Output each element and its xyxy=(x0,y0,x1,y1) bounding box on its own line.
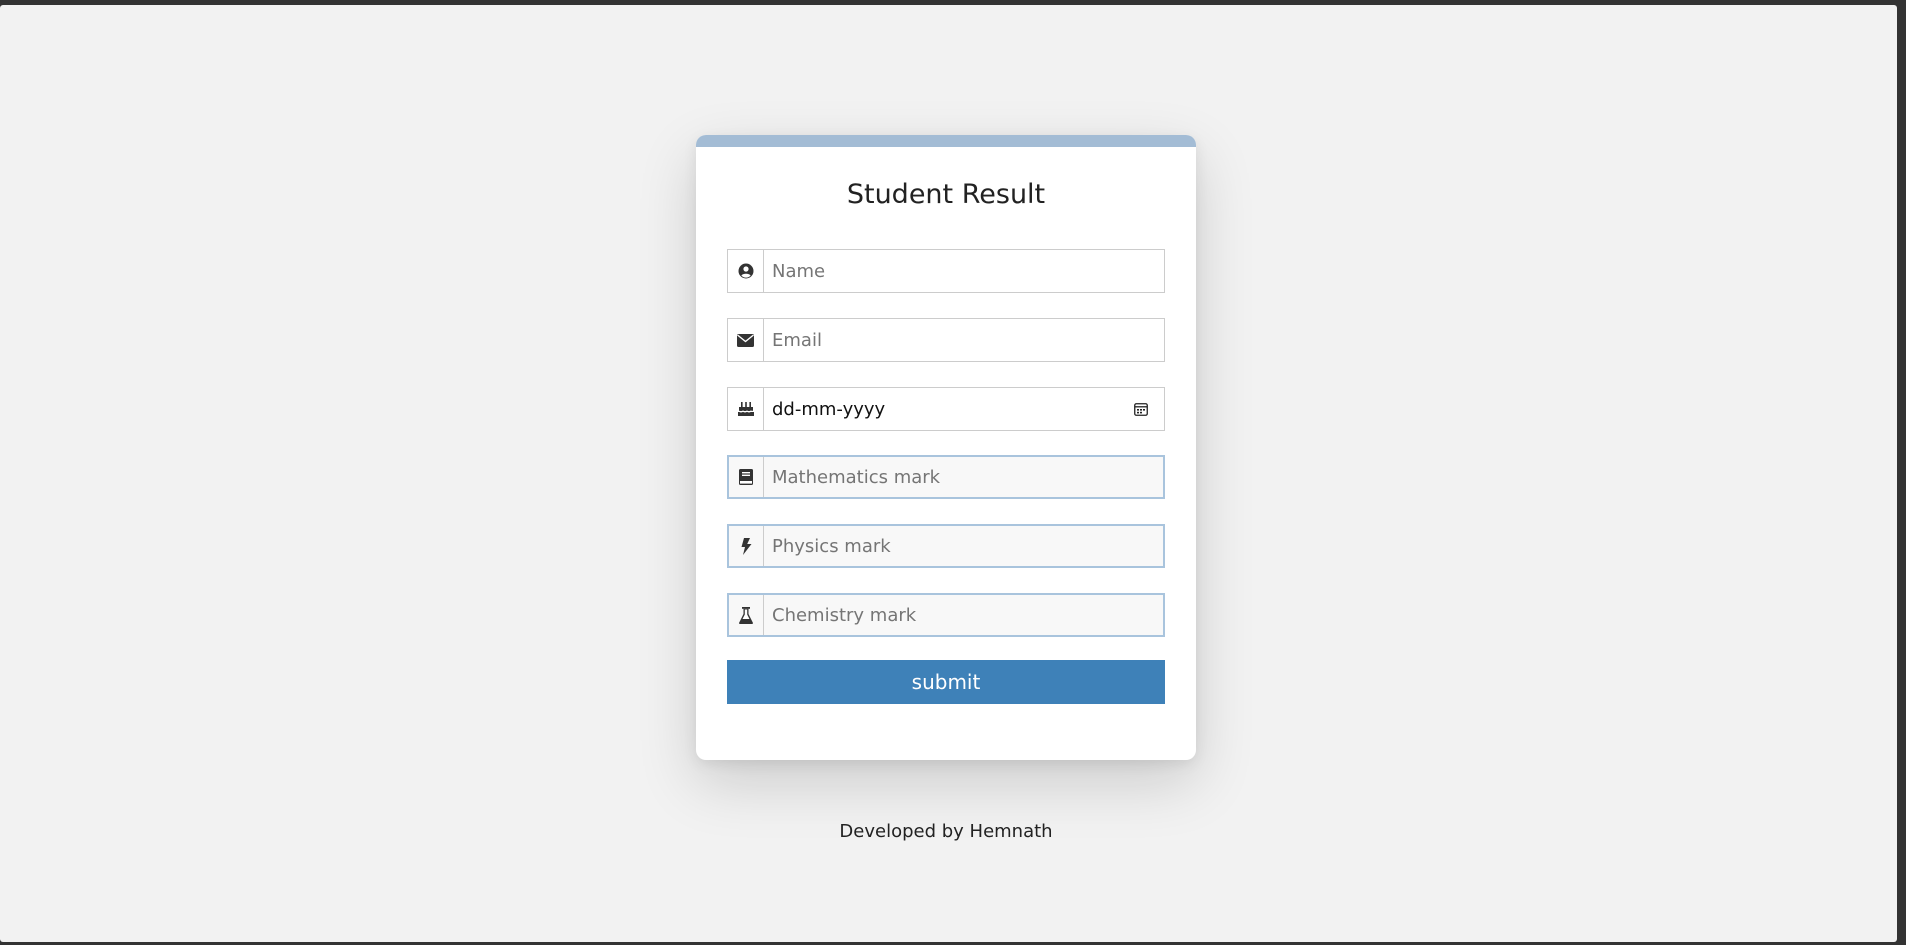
chemistry-mark-input[interactable] xyxy=(764,595,1163,635)
email-input[interactable] xyxy=(764,319,1164,361)
name-input[interactable] xyxy=(764,250,1164,292)
physics-mark-input[interactable] xyxy=(764,526,1163,566)
calendar-icon[interactable] xyxy=(1134,402,1148,416)
email-field xyxy=(727,318,1165,362)
birthday-cake-icon xyxy=(728,388,764,430)
date-of-birth-field[interactable]: dd-mm-yyyy xyxy=(727,387,1165,431)
envelope-icon xyxy=(728,319,764,361)
student-result-card: Student Result Name Email dd-mm-yyyy Mat… xyxy=(696,135,1196,760)
page-background: Student Result Name Email dd-mm-yyyy Mat… xyxy=(0,5,1897,942)
footer-credit: Developed by Hemnath xyxy=(839,821,1053,842)
user-circle-icon xyxy=(728,250,764,292)
submit-button[interactable]: submit xyxy=(727,660,1165,704)
mathematics-mark-field xyxy=(727,455,1165,499)
date-input-value[interactable]: dd-mm-yyyy xyxy=(772,388,885,430)
flask-icon xyxy=(729,595,764,635)
physics-mark-field xyxy=(727,524,1165,568)
card-top-accent-bar xyxy=(696,135,1196,147)
bolt-icon xyxy=(729,526,764,566)
name-field xyxy=(727,249,1165,293)
form-title: Student Result xyxy=(846,179,1046,210)
chemistry-mark-field xyxy=(727,593,1165,637)
book-icon xyxy=(729,457,764,497)
mathematics-mark-input[interactable] xyxy=(764,457,1163,497)
